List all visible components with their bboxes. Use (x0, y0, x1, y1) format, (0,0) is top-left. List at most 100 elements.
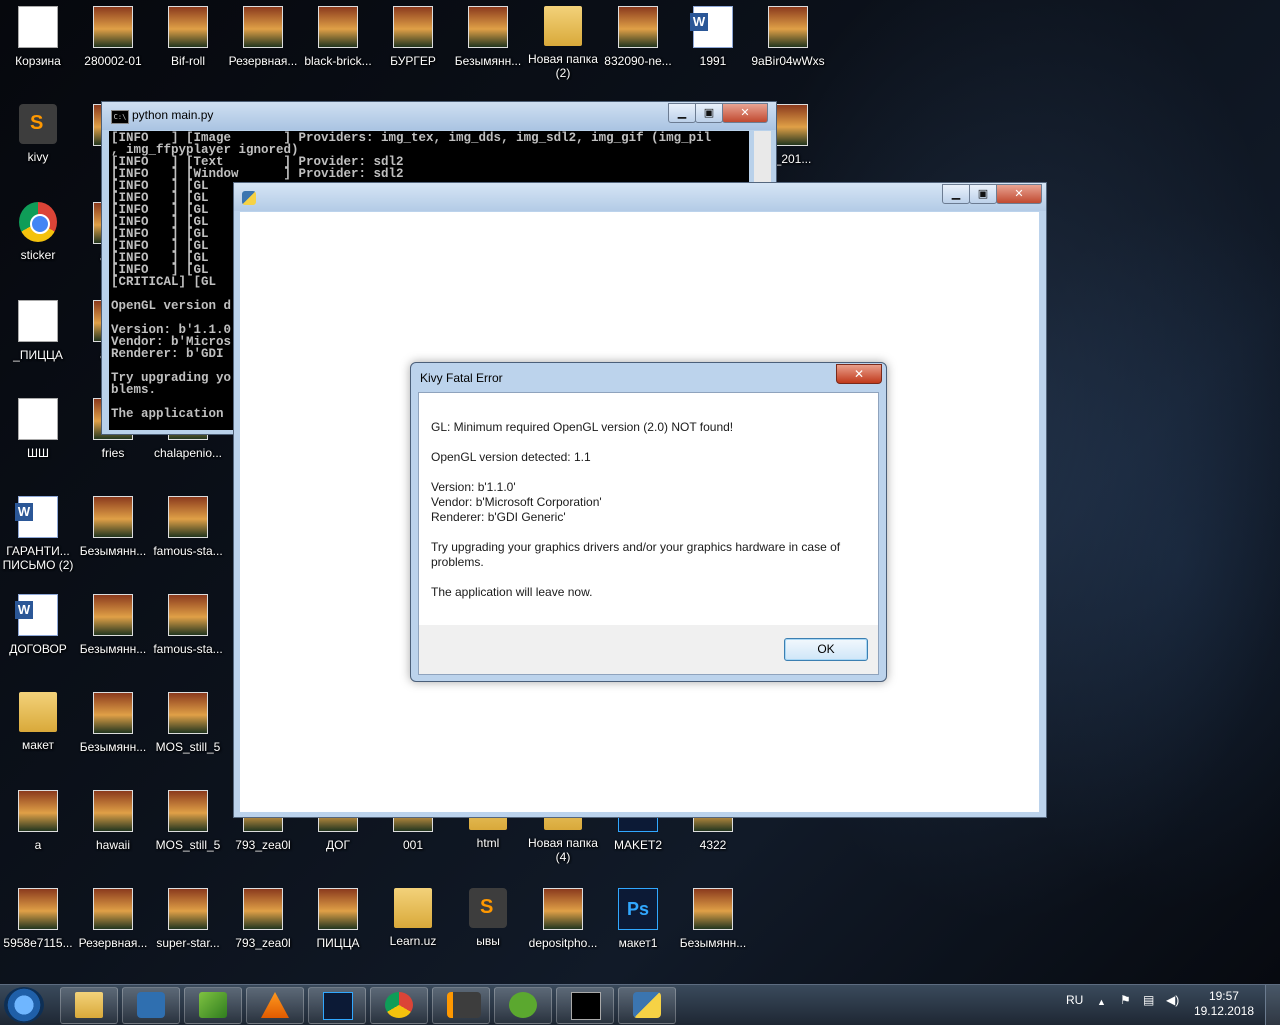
tray-expand-icon[interactable]: ▲ (1097, 997, 1106, 1007)
desktop-icon-label: black-brick... (304, 54, 372, 68)
desktop-icon[interactable]: Новая папка (2) (525, 6, 601, 80)
word-doc-icon (690, 6, 733, 48)
kivy-maximize-button[interactable]: ▣ (969, 184, 997, 204)
image-icon (393, 6, 433, 48)
python-icon (242, 191, 256, 205)
console-close-button[interactable]: ✕ (722, 103, 768, 123)
image-icon (618, 6, 658, 48)
start-button[interactable] (4, 987, 44, 1023)
image-icon (93, 496, 133, 538)
action-center-icon[interactable]: ⚑ (1120, 993, 1131, 1007)
dialog-close-button[interactable]: ✕ (836, 364, 882, 384)
kivy-titlebar[interactable]: ▁ ▣ ✕ (234, 183, 1046, 211)
desktop-icon-label: Резервная... (228, 54, 298, 68)
desktop-icon-label: hawaii (95, 838, 131, 852)
taskbar-button[interactable] (122, 987, 180, 1024)
clock[interactable]: 19:57 19.12.2018 (1194, 989, 1254, 1019)
python-icon (633, 992, 661, 1018)
desktop-icon-label: depositpho... (528, 936, 598, 950)
dialog-line: The application will leave now. (431, 585, 593, 599)
desktop-icon-label: Безымянн... (79, 642, 147, 656)
taskbar-button[interactable] (184, 987, 242, 1024)
image-icon (243, 6, 283, 48)
desktop-icon[interactable]: ывы (450, 888, 526, 948)
desktop-icon[interactable]: 1991 (675, 6, 751, 68)
volume-icon[interactable]: ◀) (1166, 993, 1179, 1007)
kivy-close-button[interactable]: ✕ (996, 184, 1042, 204)
image-icon (693, 888, 733, 930)
vlc-icon (261, 992, 289, 1018)
desktop-icon[interactable]: 5958e7115... (0, 888, 76, 950)
desktop-icon[interactable]: Резервная... (225, 6, 301, 68)
desktop-icon[interactable]: Безымянн... (675, 888, 751, 950)
taskbar-button[interactable] (618, 987, 676, 1024)
desktop-icon[interactable]: Ps макет1 (600, 888, 676, 950)
ok-button[interactable]: OK (784, 638, 868, 661)
desktop-icon[interactable]: ГАРАНТИ... ПИСЬМО (2) (0, 496, 76, 572)
desktop-icon[interactable]: 832090-ne... (600, 6, 676, 68)
desktop-icon[interactable]: Learn.uz (375, 888, 451, 948)
dialog-line: GL: Minimum required OpenGL version (2.0… (431, 420, 734, 434)
desktop-icon[interactable]: ШШ (0, 398, 76, 460)
desktop-icon[interactable]: black-brick... (300, 6, 376, 68)
desktop-icon[interactable]: sticker (0, 202, 76, 262)
taskbar-button[interactable] (246, 987, 304, 1024)
desktop-icon[interactable]: hawaii (75, 790, 151, 852)
taskbar-button[interactable] (494, 987, 552, 1024)
taskbar-button[interactable] (308, 987, 366, 1024)
desktop-icon[interactable]: kivy (0, 104, 76, 164)
desktop-icon[interactable]: Резервная... (75, 888, 151, 950)
desktop-icon-label: famous-sta... (153, 544, 223, 558)
desktop-icon[interactable]: Безымянн... (75, 496, 151, 558)
utorrent-icon (509, 992, 537, 1018)
desktop-icon[interactable]: 9aBir04wWxs (750, 6, 826, 68)
desktop-icon[interactable]: MOS_still_5 (150, 790, 226, 852)
desktop-icon[interactable]: ПИЦЦА (300, 888, 376, 950)
desktop-icon[interactable]: super-star... (150, 888, 226, 950)
photoshop-file-icon: Ps (618, 888, 658, 930)
desktop-icon[interactable]: famous-sta... (150, 594, 226, 656)
desktop-icon[interactable]: famous-sta... (150, 496, 226, 558)
taskbar-button[interactable] (370, 987, 428, 1024)
chrome-icon (19, 202, 57, 242)
dialog-gap (431, 570, 861, 585)
image-icon (543, 888, 583, 930)
kivy-minimize-button[interactable]: ▁ (942, 184, 970, 204)
desktop-icon-label: Новая папка (4) (528, 836, 598, 864)
desktop-icon[interactable]: Безымянн... (75, 692, 151, 754)
desktop-icon-label: MOS_still_5 (155, 838, 221, 852)
desktop-icon[interactable]: MOS_still_5 (150, 692, 226, 754)
desktop-icon[interactable]: depositpho... (525, 888, 601, 950)
desktop-icon[interactable]: 793_zea0l (225, 888, 301, 950)
image-icon (93, 692, 133, 734)
image-icon (468, 6, 508, 48)
network-icon[interactable]: ▤ (1143, 993, 1154, 1007)
taskbar-button[interactable] (432, 987, 490, 1024)
desktop-icon-label: 832090-ne... (604, 54, 672, 68)
desktop-icon[interactable]: макет (0, 692, 76, 752)
desktop-icon[interactable]: 280002-01 (75, 6, 151, 68)
show-desktop-button[interactable] (1265, 985, 1280, 1025)
console-titlebar[interactable]: C:\ python main.py ▁ ▣ ✕ (102, 102, 776, 130)
kivy-app-icon (137, 992, 165, 1018)
dialog-line: Renderer: b'GDI Generic' (431, 510, 566, 524)
desktop-icon[interactable]: БУРГЕР (375, 6, 451, 68)
desktop-icon-label: макет1 (618, 936, 658, 950)
console-maximize-button[interactable]: ▣ (695, 103, 723, 123)
taskbar-button[interactable] (60, 987, 118, 1024)
desktop-icon-label: MOS_still_5 (155, 740, 221, 754)
dialog-gap (431, 525, 861, 540)
language-indicator[interactable]: RU (1066, 993, 1083, 1007)
taskbar-button[interactable] (556, 987, 614, 1024)
desktop-icon[interactable]: Bif-roll (150, 6, 226, 68)
desktop-icon[interactable]: _ПИЦЦА (0, 300, 76, 362)
desktop-icon[interactable]: Безымянн... (450, 6, 526, 68)
dialog-message: GL: Minimum required OpenGL version (2.0… (431, 420, 861, 600)
desktop-icon-label: ПИЦЦА (316, 936, 360, 950)
console-minimize-button[interactable]: ▁ (668, 103, 696, 123)
desktop-icon[interactable]: Корзина (0, 6, 76, 68)
desktop-icon[interactable]: a (0, 790, 76, 852)
image-icon (168, 790, 208, 832)
desktop-icon[interactable]: Безымянн... (75, 594, 151, 656)
desktop-icon[interactable]: ДОГОВОР (0, 594, 76, 656)
